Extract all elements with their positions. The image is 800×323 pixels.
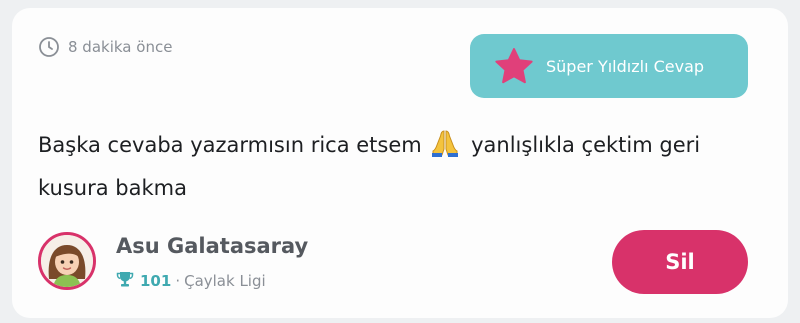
clock-icon <box>38 36 68 58</box>
star-icon <box>494 47 546 85</box>
super-star-answer-button[interactable]: Süper Yıldızlı Cevap <box>470 34 748 98</box>
user-name[interactable]: Asu Galatasaray <box>116 234 308 258</box>
answer-text-part1: Başka cevaba yazarmısın rica etsem <box>38 133 422 157</box>
avatar[interactable] <box>38 232 96 290</box>
meta-separator: · <box>175 272 181 290</box>
answer-text: Başka cevaba yazarmısın rica etsem yanlı… <box>38 126 738 207</box>
timestamp: 8 dakika önce <box>38 36 172 58</box>
delete-button[interactable]: Sil <box>612 230 748 294</box>
user-league: Çaylak Ligi <box>184 272 266 290</box>
answer-card: 8 dakika önce Süper Yıldızlı Cevap Başka… <box>12 8 788 318</box>
user-meta: 101 · Çaylak Ligi <box>116 270 266 292</box>
super-star-answer-label: Süper Yıldızlı Cevap <box>546 56 705 76</box>
folded-hands-emoji <box>430 129 460 169</box>
trophy-icon <box>116 270 134 292</box>
timestamp-text: 8 dakika önce <box>68 38 173 56</box>
user-points: 101 <box>140 272 172 290</box>
